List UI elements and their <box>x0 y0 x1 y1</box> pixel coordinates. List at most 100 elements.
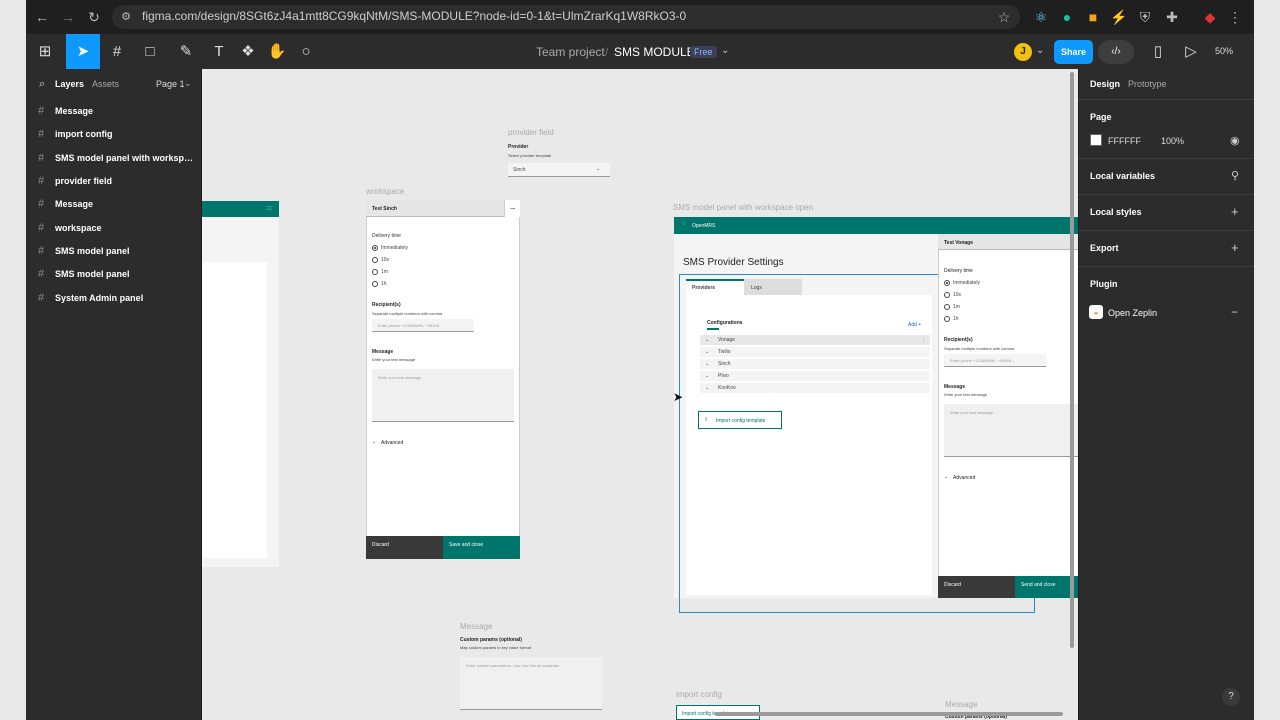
comment-icon[interactable]: ○ <box>295 42 317 62</box>
text-tool-icon[interactable]: T <box>208 42 230 62</box>
page-color-swatch[interactable] <box>1090 134 1102 146</box>
file-name[interactable]: SMS MODULE <box>614 45 695 59</box>
recipients-label: Recipient(s) <box>372 302 401 308</box>
frame-label[interactable]: SMS model panel with workspace open <box>673 203 813 212</box>
extensions-puzzle-icon[interactable]: ✚ <box>1163 8 1181 26</box>
present-play-icon[interactable]: ▷ <box>1180 42 1202 62</box>
layer-item[interactable]: # provider field <box>26 170 202 192</box>
chevron-down-icon[interactable]: ⌄ <box>1036 45 1044 56</box>
extension-icon[interactable]: ■ <box>1084 8 1102 26</box>
divider <box>1078 99 1254 100</box>
library-book-icon[interactable]: ▯ <box>1147 42 1169 62</box>
help-icon[interactable]: ? <box>1222 688 1240 706</box>
arrow-right-icon[interactable]: → <box>504 200 520 217</box>
recipients-placeholder: Enter phone +123455690, +09348... <box>950 358 1015 363</box>
search-icon[interactable]: ⌕ <box>39 78 45 91</box>
hand-tool-icon[interactable]: ✋ <box>266 42 288 62</box>
export-heading[interactable]: Export <box>1090 243 1119 253</box>
tab-assets[interactable]: Assets <box>92 79 119 89</box>
radio-1m[interactable] <box>372 269 378 275</box>
tab-design[interactable]: Design <box>1090 79 1120 89</box>
openmrs-logo-icon: ◌ <box>682 221 686 227</box>
layer-label: SMS model panel with workspace... <box>55 153 197 163</box>
layer-item[interactable]: # System Admin panel <box>26 287 202 309</box>
dev-mode-toggle-icon[interactable]: ‹/› <box>1098 40 1134 64</box>
frame-label[interactable]: Message <box>945 700 977 709</box>
url-text[interactable]: figma.com/design/8SGt6zJ4a1mtt8CG9kqNtM/… <box>142 9 686 23</box>
radio-label: 1m <box>953 304 960 310</box>
radio-1h[interactable] <box>372 281 378 287</box>
radio-1h[interactable] <box>944 316 950 322</box>
advanced-toggle[interactable]: Advanced <box>381 440 403 446</box>
provider-value: Sinch <box>513 167 526 173</box>
frame-icon: # <box>38 268 45 280</box>
message-label: Message <box>372 349 394 355</box>
divider <box>1078 158 1254 159</box>
browser-menu-icon[interactable]: ⋮ <box>1226 8 1244 26</box>
horizontal-scrollbar[interactable] <box>715 712 1063 716</box>
local-variables-heading[interactable]: Local variables <box>1090 171 1155 181</box>
message-placeholder: Write your test message <box>950 410 994 415</box>
extension-react-icon[interactable]: ⚛ <box>1032 8 1050 26</box>
remove-plugin-icon[interactable]: − <box>1231 305 1238 319</box>
pen-tool-icon[interactable]: ✎ <box>175 42 197 62</box>
add-export-icon[interactable]: + <box>1231 240 1239 255</box>
frame-label[interactable]: workspace <box>366 187 404 196</box>
app-grid-icon: ⁙ <box>266 204 273 213</box>
avatar[interactable]: J <box>1014 43 1032 61</box>
radio-10s[interactable] <box>944 292 950 298</box>
tab-prototype[interactable]: Prototype <box>1128 79 1167 89</box>
layer-item[interactable]: # workspace <box>26 217 202 239</box>
plugin-name[interactable]: Open Zeplin <box>1108 308 1157 318</box>
layer-item[interactable]: # SMS model panel <box>26 240 202 262</box>
radio-10s[interactable] <box>372 257 378 263</box>
radio-immediately[interactable] <box>944 280 950 286</box>
layer-item[interactable]: # SMS model panel with workspace... <box>26 147 202 169</box>
extension-shield-icon[interactable]: ⛨ <box>1136 8 1154 26</box>
forward-icon[interactable]: → <box>59 8 77 26</box>
rectangle-tool-icon[interactable]: □ <box>139 42 161 62</box>
layer-item[interactable]: # import config <box>26 123 202 145</box>
main-menu-icon[interactable]: ⊞ <box>34 42 56 62</box>
layer-item[interactable]: # Message <box>26 100 202 122</box>
chevron-down-icon[interactable]: ⌄ <box>721 45 729 56</box>
frame-label[interactable]: provider field <box>508 128 554 137</box>
page-selector[interactable]: Page 1 <box>156 79 185 89</box>
layer-item[interactable]: # Message <box>26 193 202 215</box>
layer-label: Message <box>55 106 94 116</box>
bookmark-star-icon[interactable]: ☆ <box>995 8 1013 26</box>
reload-icon[interactable]: ↻ <box>85 8 103 26</box>
frame-label[interactable]: import config <box>676 690 722 699</box>
cursor-icon[interactable]: ➤ <box>72 42 94 62</box>
frame-tool-icon[interactable]: # <box>106 42 128 62</box>
profile-icon[interactable]: ◆ <box>1201 8 1219 26</box>
frame-label[interactable]: Message <box>460 622 492 631</box>
advanced-toggle[interactable]: Advanced <box>953 475 975 481</box>
radio-immediately[interactable] <box>372 245 378 251</box>
local-styles-heading[interactable]: Local styles <box>1090 207 1142 217</box>
extension-grammarly-icon[interactable]: ● <box>1058 8 1076 26</box>
components-icon[interactable]: ❖ <box>237 42 259 62</box>
radio-label: 1m <box>381 269 388 275</box>
divider <box>1078 194 1254 195</box>
layer-label: workspace <box>55 223 102 233</box>
add-style-icon[interactable]: + <box>1231 204 1239 219</box>
extension-bolt-icon[interactable]: ⚡ <box>1110 8 1128 26</box>
page-color-value[interactable]: FFFFFF <box>1108 136 1141 146</box>
page-opacity-value[interactable]: 100% <box>1161 136 1184 146</box>
partial-frame-panel <box>202 262 267 558</box>
chevron-down-icon[interactable]: ⌄ <box>184 78 192 89</box>
team-name[interactable]: Team project <box>536 45 605 59</box>
variables-settings-icon[interactable]: ⚲ <box>1231 169 1239 182</box>
recipients-label: Recipient(s) <box>944 337 973 343</box>
layer-item[interactable]: # SMS model panel <box>26 263 202 285</box>
tab-layers[interactable]: Layers <box>55 79 84 89</box>
vertical-scrollbar[interactable] <box>1070 72 1074 648</box>
back-icon[interactable]: ← <box>33 8 51 26</box>
breadcrumb-separator: / <box>605 45 609 59</box>
share-button[interactable]: Share <box>1054 40 1093 64</box>
visibility-eye-icon[interactable]: ◉ <box>1230 134 1240 147</box>
site-info-icon[interactable]: ⚙ <box>117 8 135 26</box>
zoom-level[interactable]: 50% <box>1215 46 1233 56</box>
radio-1m[interactable] <box>944 304 950 310</box>
